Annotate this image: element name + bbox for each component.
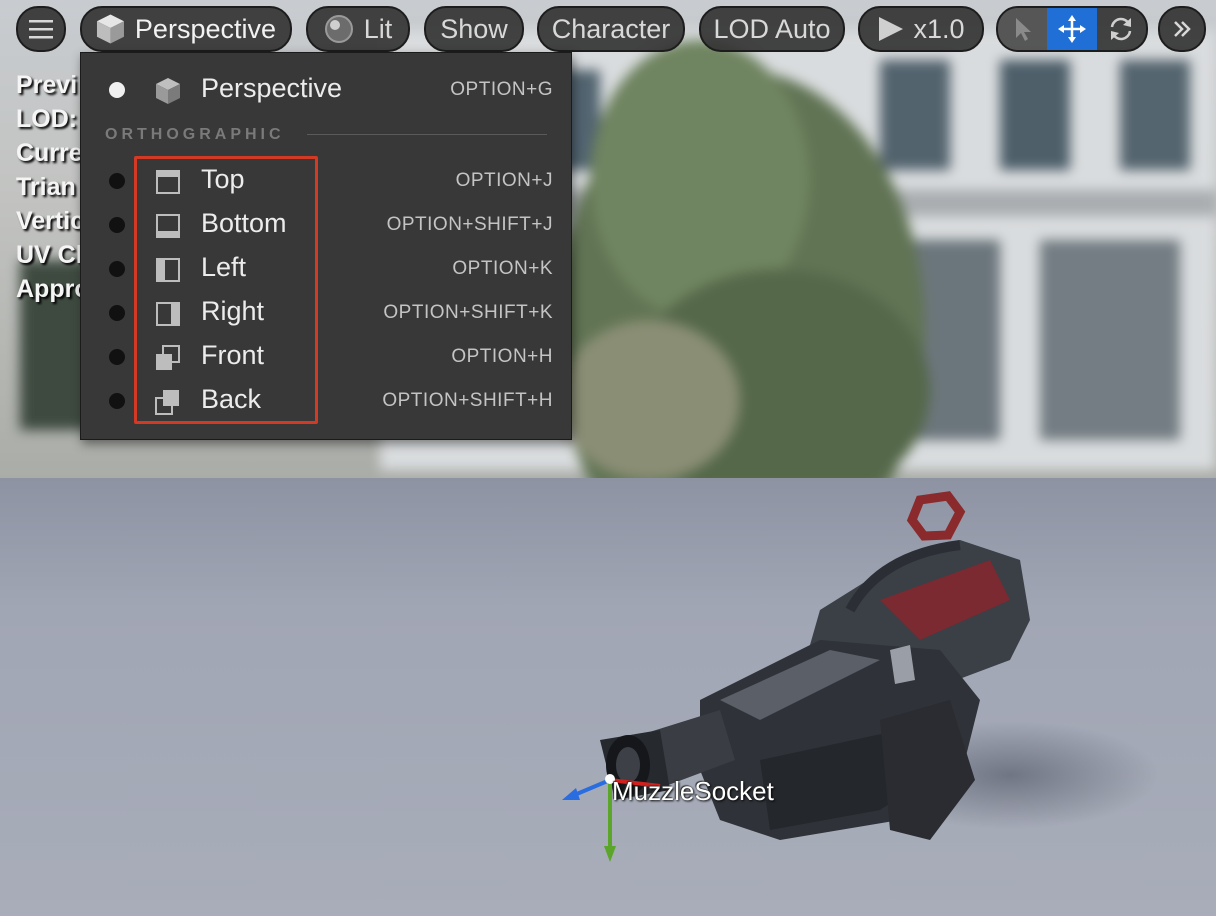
stat-line: Vertic (16, 207, 85, 235)
menu-item-shortcut: OPTION+SHIFT+J (386, 214, 553, 235)
cube-icon (156, 78, 180, 104)
stats-overlay: Previ LOD: Curre Trian Vertic UV Ch Appr… (16, 68, 86, 306)
orthographic-highlight-box (134, 156, 318, 424)
lit-sphere-icon (324, 15, 353, 43)
translate-tool-button[interactable] (1047, 8, 1097, 50)
lod-label: LOD Auto (713, 13, 831, 44)
lighting-mode-label: Lit (363, 13, 393, 44)
view-mode-label: Perspective (134, 13, 276, 44)
play-speed-button[interactable]: x1.0 (858, 6, 984, 52)
unselected-indicator (109, 305, 125, 321)
menu-item-shortcut: OPTION+SHIFT+K (383, 302, 553, 323)
view-mode-dropdown: Perspective OPTION+G ORTHOGRAPHIC Top OP… (80, 52, 572, 440)
play-icon (879, 17, 904, 41)
cube-icon (96, 14, 124, 44)
rotate-icon (1111, 17, 1132, 41)
unselected-indicator (109, 217, 125, 233)
translate-icon (1057, 15, 1086, 43)
lighting-mode-button[interactable]: Lit (306, 6, 410, 52)
more-options-button[interactable] (1158, 6, 1206, 52)
select-tool-button[interactable] (998, 8, 1048, 50)
stat-line: UV Ch (16, 241, 86, 269)
stat-line: LOD: (16, 105, 78, 133)
double-chevron-icon (1174, 21, 1191, 37)
view-mode-button[interactable]: Perspective (80, 6, 292, 52)
character-label: Character (551, 13, 671, 44)
menu-item-shortcut: OPTION+SHIFT+H (382, 390, 553, 411)
transform-tool-group (996, 6, 1148, 52)
character-button[interactable]: Character (537, 6, 685, 52)
unselected-indicator (109, 173, 125, 189)
viewport-menu-button[interactable] (16, 6, 66, 52)
stat-line: Appro (16, 275, 86, 303)
muzzle-socket-label: MuzzleSocket (612, 776, 774, 806)
unselected-indicator (109, 261, 125, 277)
show-flags-label: Show (440, 13, 508, 44)
rotate-tool-button[interactable] (1097, 8, 1146, 50)
lod-button[interactable]: LOD Auto (699, 6, 845, 52)
play-speed-label: x1.0 (913, 13, 965, 44)
unselected-indicator (109, 393, 125, 409)
stat-line: Curre (16, 139, 83, 167)
viewport-toolbar: Perspective Lit Show Character LOD Auto … (0, 0, 1216, 60)
section-header-orthographic: ORTHOGRAPHIC (105, 126, 285, 143)
stat-line: Trian (16, 173, 76, 201)
menu-item-perspective[interactable]: Perspective OPTION+G (81, 68, 571, 112)
menu-item-label: Perspective (201, 73, 343, 103)
menu-item-shortcut: OPTION+K (452, 258, 553, 279)
menu-item-shortcut: OPTION+J (455, 170, 553, 191)
menu-item-shortcut: OPTION+G (450, 79, 553, 100)
select-arrow-icon (1015, 18, 1031, 41)
stat-line: Previ (16, 71, 78, 99)
menu-item-shortcut: OPTION+H (451, 346, 553, 367)
show-flags-button[interactable]: Show (424, 6, 524, 52)
unselected-indicator (109, 349, 125, 365)
selected-indicator (109, 82, 125, 98)
section-divider (307, 134, 547, 135)
hamburger-menu-icon (29, 20, 53, 39)
